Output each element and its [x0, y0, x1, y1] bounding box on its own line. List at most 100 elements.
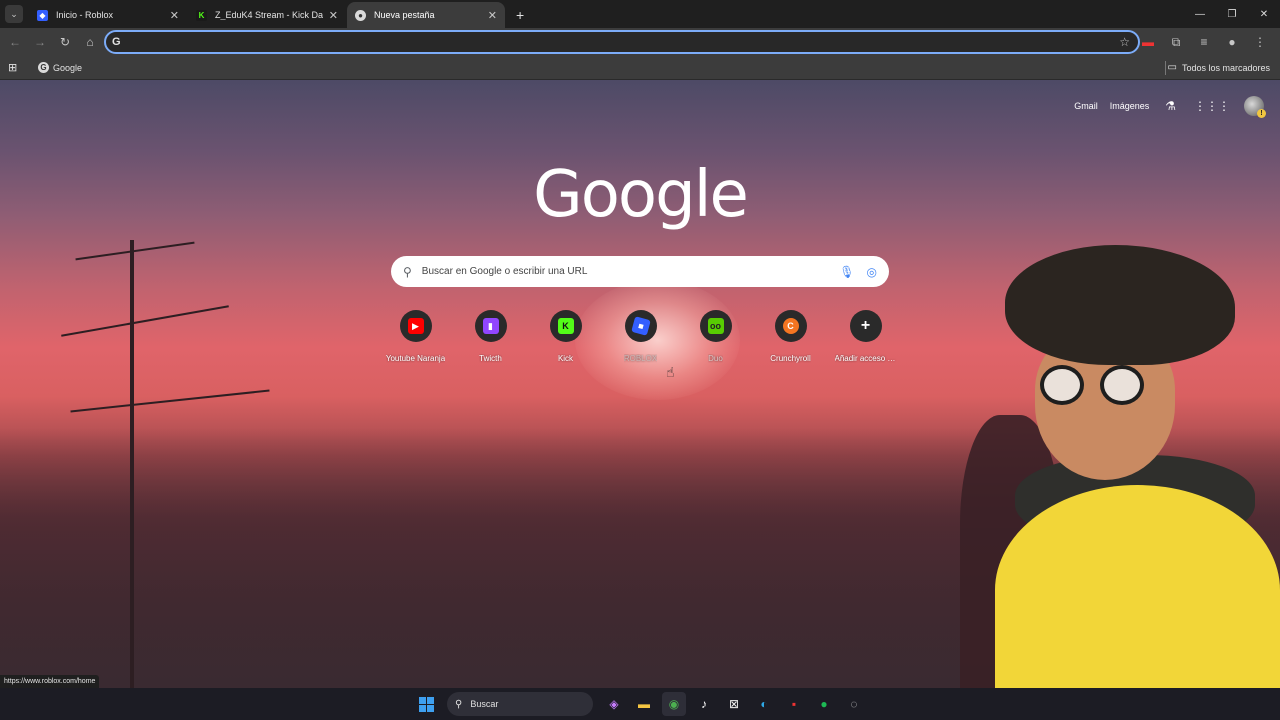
bookmark-label: Google	[53, 62, 83, 73]
antenna-decoration	[70, 389, 270, 413]
shortcut-duolingo[interactable]: oo Duo	[678, 310, 753, 363]
shortcut-roblox[interactable]: ■ ROBLOX	[603, 310, 678, 363]
shortcuts-grid: ▶ Youtube Naranja ▮ Twicth K Kick ■ ROBL…	[378, 310, 903, 363]
taskbar-search[interactable]: ⚲ Buscar	[447, 692, 593, 716]
app-icon[interactable]: ▪	[782, 692, 806, 716]
chrome-icon[interactable]: ◉	[662, 692, 686, 716]
hand-cursor-icon: ☝	[666, 364, 675, 380]
minimize-icon[interactable]: —	[1184, 0, 1216, 28]
folder-icon: ▭	[1167, 62, 1177, 73]
antenna-decoration	[75, 241, 195, 261]
glasses	[1030, 365, 1150, 405]
tab-roblox[interactable]: ◆ Inicio - Roblox ✕	[29, 2, 187, 28]
shortcut-label: Twicth	[479, 354, 502, 363]
tab-title: Inicio - Roblox	[56, 10, 114, 20]
microphone-icon[interactable]: 🎙	[839, 265, 854, 279]
shortcut-crunchyroll[interactable]: C Crunchyroll	[753, 310, 828, 363]
extensions-icon[interactable]: ⧉	[1162, 35, 1190, 50]
top-links: Gmail Imágenes ⚗ ⋮⋮⋮ !	[1062, 96, 1266, 118]
windows-start-icon[interactable]	[414, 692, 438, 716]
shortcut-label: Añadir acceso directo	[834, 354, 897, 363]
bookmark-star-icon[interactable]: ☆	[1119, 35, 1130, 49]
forward-icon[interactable]: →	[28, 30, 52, 54]
kick-icon: K	[549, 310, 582, 342]
search-icon: ⚲	[403, 264, 412, 279]
profile-avatar-icon[interactable]: ●	[1218, 35, 1246, 49]
youtube-icon: ▶	[399, 310, 432, 342]
close-window-icon[interactable]: ✕	[1248, 0, 1280, 28]
bookmarks-bar: ⊞ G Google ▭ Todos los marcadores	[0, 56, 1280, 80]
edge-icon[interactable]: ◐	[752, 692, 776, 716]
tab-strip: ⌄ ◆ Inicio - Roblox ✕ K Z_EduK4 Stream -…	[0, 0, 1280, 28]
shortcut-label: Kick	[557, 354, 574, 363]
window-controls: — ❐ ✕	[1184, 0, 1280, 28]
shortcut-label: Crunchyroll	[770, 354, 811, 363]
roblox-icon: ■	[624, 310, 657, 342]
divider	[1165, 61, 1166, 75]
google-apps-icon[interactable]: ⋮⋮⋮	[1194, 99, 1230, 113]
tab-search-button[interactable]: ⌄	[5, 5, 23, 23]
media-controls-icon[interactable]: ≡	[1190, 35, 1218, 49]
google-g-icon: G	[112, 36, 121, 48]
tab-new-tab[interactable]: ● Nueva pestaña ✕	[347, 2, 505, 28]
app-icon[interactable]: ⊠	[722, 692, 746, 716]
tiktok-icon[interactable]: ♪	[692, 692, 716, 716]
google-logo: Google	[533, 158, 749, 232]
app-icon[interactable]: ◌	[842, 692, 866, 716]
antenna-decoration	[61, 305, 229, 337]
address-bar[interactable]: G ☆	[104, 30, 1140, 54]
antenna-decoration	[130, 240, 134, 688]
gmail-link[interactable]: Gmail	[1074, 101, 1098, 111]
status-bar-url: https://www.roblox.com/home	[0, 675, 100, 688]
shortcut-youtube[interactable]: ▶ Youtube Naranja	[378, 310, 453, 363]
labs-flask-icon[interactable]: ⚗	[1165, 99, 1176, 113]
taskbar-search-label: Buscar	[470, 699, 499, 709]
hoodie	[995, 485, 1280, 688]
images-link[interactable]: Imágenes	[1110, 101, 1150, 111]
account-avatar[interactable]: !	[1244, 96, 1266, 118]
windows-taskbar: ⚲ Buscar ◈ ▬ ◉ ♪ ⊠ ◐ ▪ ● ◌	[0, 688, 1280, 720]
bookmark-google[interactable]: G Google	[38, 62, 82, 73]
search-box[interactable]: ⚲ 🎙 ◎	[391, 256, 889, 287]
all-bookmarks-label: Todos los marcadores	[1181, 62, 1270, 73]
file-explorer-icon[interactable]: ▬	[632, 692, 656, 716]
shortcut-kick[interactable]: K Kick	[528, 310, 603, 363]
shortcut-add[interactable]: + Añadir acceso directo	[828, 310, 903, 363]
close-icon[interactable]: ✕	[488, 9, 497, 22]
back-icon[interactable]: ←	[3, 30, 27, 54]
home-icon[interactable]: ⌂	[78, 30, 102, 54]
restore-icon[interactable]: ❐	[1216, 0, 1248, 28]
tab-title: Z_EduK4 Stream - Kick Dashboard	[215, 10, 323, 20]
close-icon[interactable]: ✕	[170, 9, 179, 22]
close-icon[interactable]: ✕	[329, 9, 338, 22]
menu-icon[interactable]: ⋮	[1246, 35, 1274, 49]
shortcut-label: ROBLOX	[623, 354, 658, 363]
toolbar-actions: ▬ ⧉ ≡ ● ⋮	[1134, 30, 1274, 54]
hair	[1005, 245, 1235, 365]
search-input[interactable]	[421, 266, 832, 277]
browser-toolbar: ← → ↻ ⌂ G ☆ ▬ ⧉ ≡ ● ⋮	[0, 28, 1280, 56]
warning-badge-icon: !	[1257, 109, 1266, 118]
spotify-icon[interactable]: ●	[812, 692, 836, 716]
reload-icon[interactable]: ↻	[53, 30, 77, 54]
copilot-icon[interactable]: ◈	[602, 692, 626, 716]
crunchyroll-icon: C	[774, 310, 807, 342]
kick-icon: K	[196, 9, 207, 21]
apps-grid-icon[interactable]: ⊞	[8, 61, 20, 74]
shortcut-label: Duo	[708, 354, 723, 363]
omnibox-input[interactable]	[126, 36, 1120, 48]
duolingo-icon: oo	[699, 310, 732, 342]
new-tab-page: Gmail Imágenes ⚗ ⋮⋮⋮ ! Google ⚲ 🎙 ◎ ▶ Yo…	[0, 80, 1280, 688]
tab-title: Nueva pestaña	[374, 10, 435, 20]
chrome-icon: ●	[355, 9, 366, 21]
new-tab-button[interactable]: +	[516, 7, 524, 23]
all-bookmarks-button[interactable]: ▭ Todos los marcadores	[1168, 62, 1271, 73]
tab-kick[interactable]: K Z_EduK4 Stream - Kick Dashboard ✕	[188, 2, 346, 28]
shortcut-label: Youtube Naranja	[385, 354, 446, 363]
extension-indicator-icon[interactable]: ▬	[1134, 35, 1162, 49]
shortcut-twitch[interactable]: ▮ Twicth	[453, 310, 528, 363]
roblox-icon: ◆	[37, 9, 48, 21]
google-lens-icon[interactable]: ◎	[867, 265, 877, 279]
search-icon: ⚲	[455, 698, 463, 710]
add-icon: +	[849, 310, 882, 342]
